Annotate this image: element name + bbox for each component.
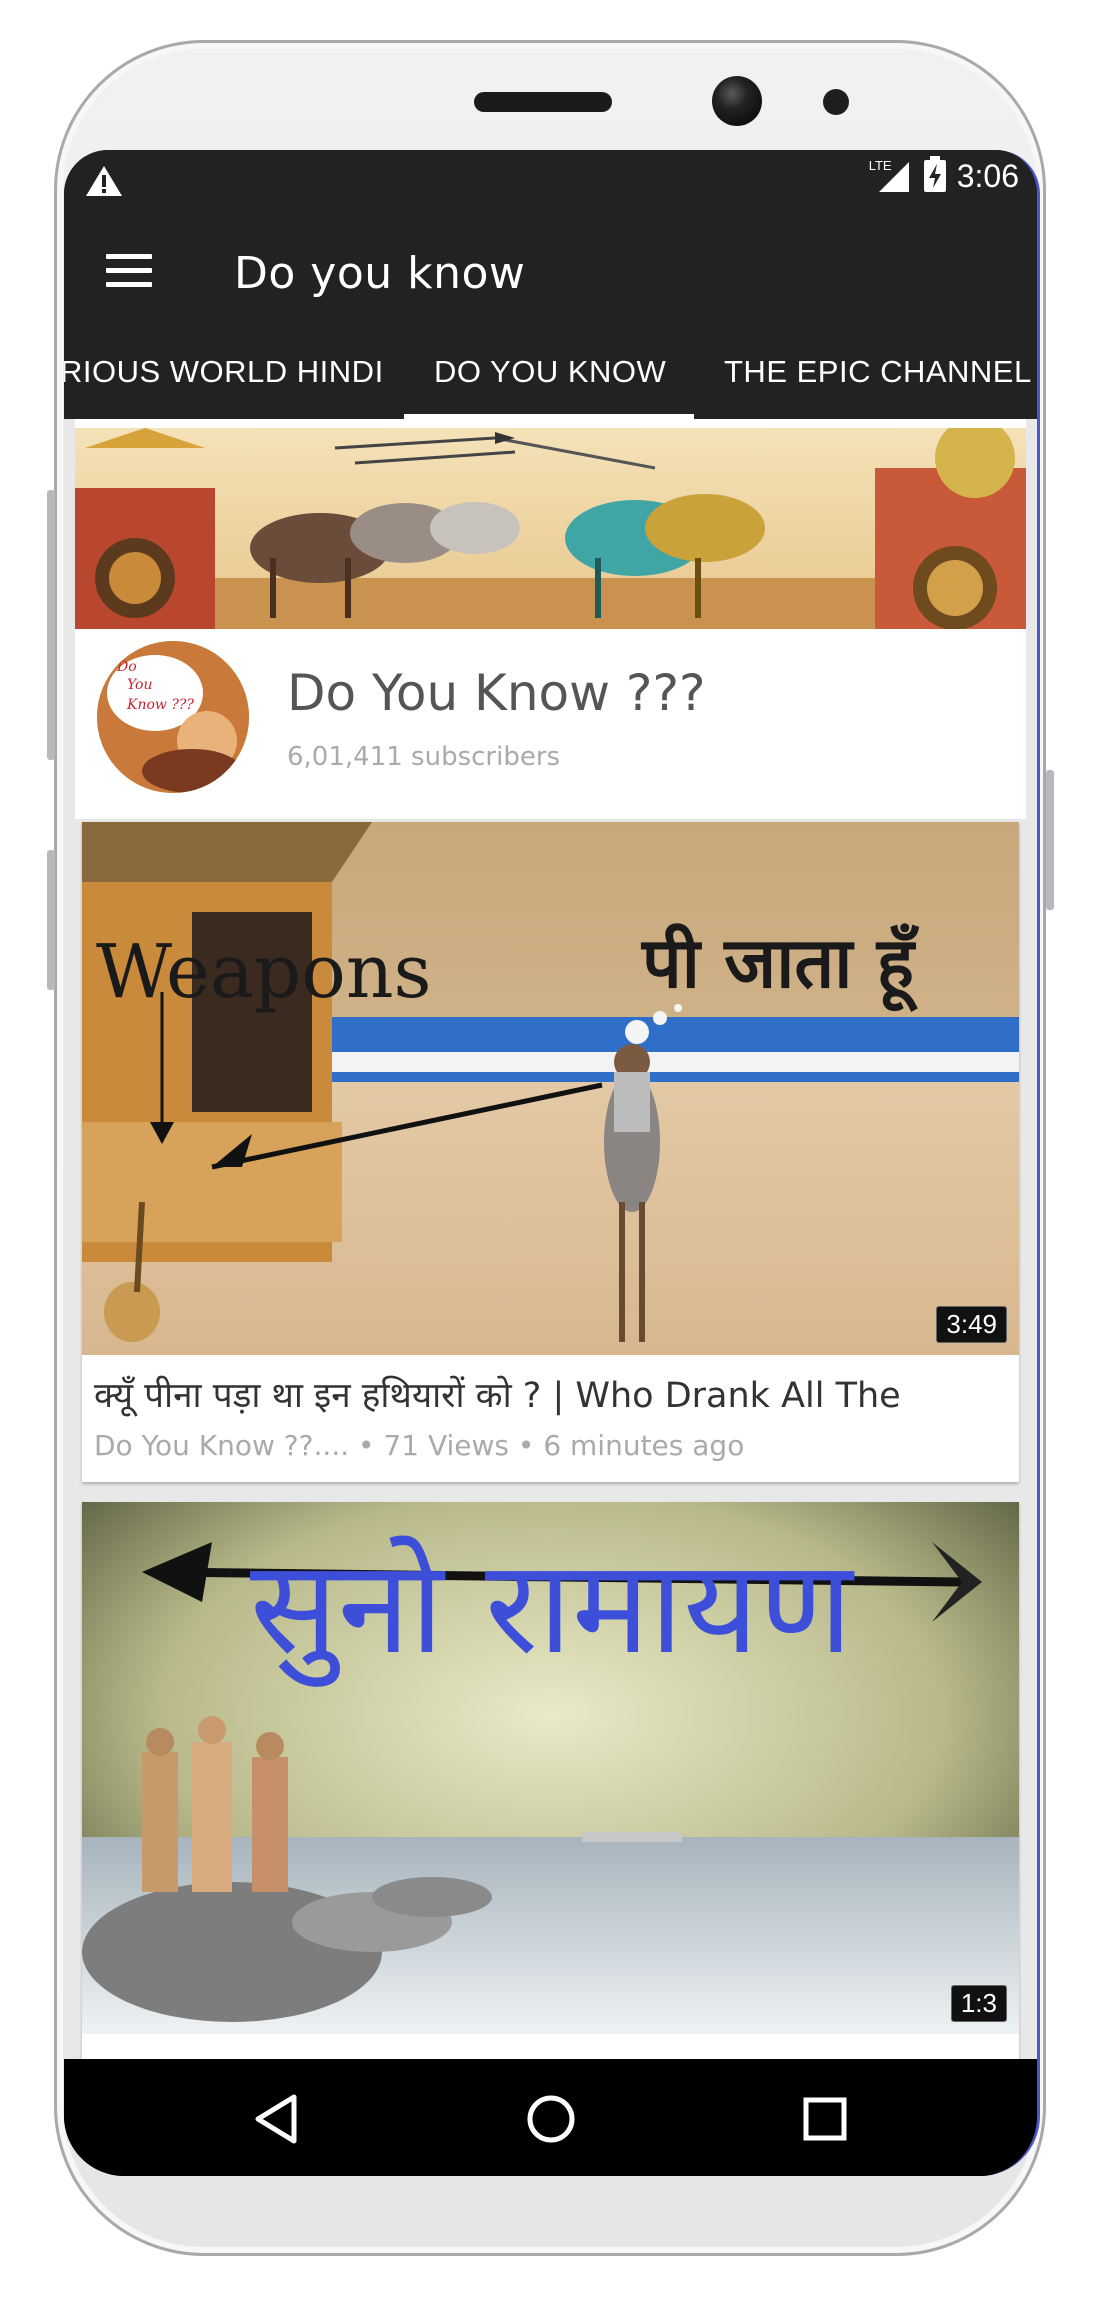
video-thumbnail[interactable]: सुनो रामायण 1:3 (82, 1502, 1019, 2034)
tab-curious-world-hindi[interactable]: RIOUS WORLD HINDI (64, 330, 384, 414)
proximity-sensor (823, 89, 849, 115)
avatar-text-know: Know ??? (126, 697, 194, 713)
volume-button (47, 490, 55, 760)
channel-header-card: Do You Know ??? Do You Know ??? 6,01,411… (75, 419, 1026, 819)
home-circle-icon[interactable] (523, 2091, 579, 2147)
earpiece-speaker (474, 92, 612, 112)
content-feed[interactable]: Do You Know ??? Do You Know ??? 6,01,411… (64, 419, 1037, 2059)
hamburger-menu-icon[interactable] (106, 254, 152, 290)
network-type: LTE (868, 158, 892, 173)
channel-avatar[interactable]: Do You Know ??? (97, 641, 249, 793)
back-triangle-icon[interactable] (250, 2091, 306, 2147)
subscriber-count: 6,01,411 subscribers (287, 742, 561, 772)
avatar-text-do: Do (116, 659, 137, 675)
status-bar: LTE 3:06 (64, 150, 1037, 210)
tab-do-you-know[interactable]: DO YOU KNOW (434, 330, 666, 414)
side-button (47, 850, 55, 990)
channel-name: Do You Know ??? (287, 664, 706, 722)
status-clock: 3:06 (956, 157, 1019, 194)
system-nav-bar (64, 2059, 1037, 2176)
avatar-text-you: You (127, 677, 152, 693)
tab-the-epic-channel[interactable]: THE EPIC CHANNEL (724, 330, 1032, 414)
lte-signal-icon: LTE (869, 156, 913, 196)
thumbnail-text-weapons: Weapons (96, 929, 432, 1015)
battery-charging-icon (923, 154, 947, 198)
channel-tabs: RIOUS WORLD HINDI DO YOU KNOW THE EPIC C… (64, 330, 1037, 414)
channel-banner (75, 428, 1026, 629)
video-card[interactable]: सुनो रामायण 1:3 (82, 1502, 1019, 2059)
video-duration: 3:49 (936, 1306, 1007, 1343)
recents-square-icon[interactable] (797, 2091, 853, 2147)
warning-icon (84, 164, 124, 202)
front-camera (712, 76, 762, 126)
device-screen: LTE 3:06 Do you know RIOUS WORLD HINDI D… (64, 150, 1040, 2176)
video-title[interactable]: क्यूँ पीना पड़ा था इन हथियारों को ? | Wh… (94, 1371, 901, 1418)
thumbnail-text-suno-ramayan: सुनो रामायण (250, 1531, 855, 1687)
app-bar: Do you know (64, 210, 1037, 330)
video-meta: Do You Know ??.... • 71 Views • 6 minute… (94, 1429, 745, 1462)
video-card[interactable]: Weapons पी जाता हूँ 3:49 क्यूँ पीना पड़ा… (82, 822, 1019, 1482)
app-title: Do you know (234, 248, 526, 299)
video-thumbnail[interactable]: Weapons पी जाता हूँ 3:49 (82, 822, 1019, 1355)
power-button (1046, 770, 1054, 910)
video-duration: 1:3 (950, 1985, 1007, 2022)
thumbnail-text-hindi: पी जाता हूँ (640, 922, 920, 1012)
